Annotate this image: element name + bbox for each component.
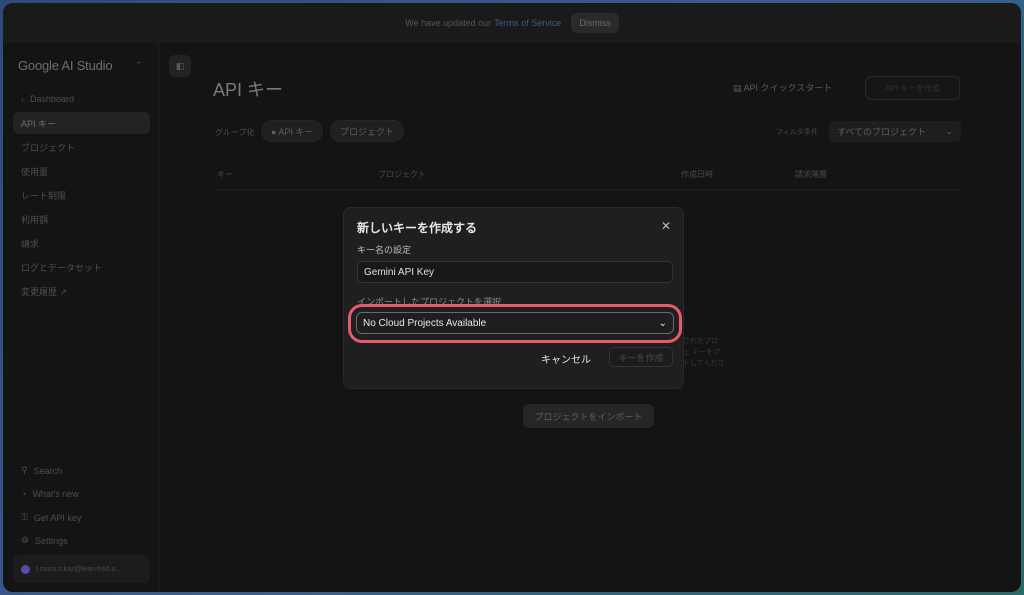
- group-by-label: グループ化: [215, 128, 255, 137]
- column-header-key[interactable]: キー: [217, 169, 233, 180]
- chevron-left-icon[interactable]: ⌃: [135, 60, 143, 71]
- sidebar-settings[interactable]: ⚙ Settings: [21, 535, 68, 546]
- key-name-input[interactable]: Gemini API Key: [357, 261, 673, 283]
- sidebar-get-api-key[interactable]: ⚿ Get API key: [21, 512, 81, 523]
- sidebar-toggle-button[interactable]: ◧: [169, 55, 191, 77]
- dialog-title: 新しいキーを作成する: [357, 221, 478, 235]
- dismiss-button[interactable]: Dismiss: [571, 13, 619, 33]
- sidebar-item-dashboard[interactable]: ‹ Dashboard: [13, 88, 150, 110]
- sidebar-whats-new[interactable]: ◔ What's new: [21, 489, 79, 499]
- empty-state-text: トしてくださ: [683, 360, 725, 367]
- column-header-project[interactable]: プロジェクト: [378, 169, 426, 180]
- sidebar-item-billing[interactable]: 請求: [13, 232, 150, 254]
- search-icon: ⚲: [21, 465, 28, 475]
- sidebar-search[interactable]: ⚲ Search: [21, 465, 62, 476]
- empty-state-text: されたプロ: [683, 338, 718, 345]
- sidebar-item-spend[interactable]: 利用額: [13, 208, 150, 230]
- sidebar-item-changelog[interactable]: 変更履歴 ↗: [13, 280, 150, 302]
- page-title: API キー: [213, 80, 284, 100]
- create-api-key-button[interactable]: API キーを作成: [865, 76, 960, 100]
- highlight-annotation: [348, 304, 682, 343]
- key-name-label: キー名の設定: [357, 245, 412, 255]
- app-window: We have updated our Terms of Service Dis…: [3, 3, 1021, 592]
- column-header-created[interactable]: 作成日時: [681, 169, 713, 180]
- empty-state-text: ェ キーをプ: [683, 349, 720, 356]
- gear-icon: ⚙: [21, 535, 30, 545]
- terms-of-service-link[interactable]: Terms of Service: [494, 18, 561, 28]
- filter-label: フィルタ条件: [776, 129, 818, 136]
- create-key-dialog: 新しいキーを作成する ✕ キー名の設定 Gemini API Key インポート…: [343, 207, 684, 389]
- bell-icon: ◔: [21, 489, 27, 499]
- table-divider: [213, 189, 963, 190]
- cancel-button[interactable]: キャンセル: [541, 351, 591, 366]
- sidebar: Google AI Studio ⌃ ‹ Dashboard API キー プロ…: [3, 43, 159, 592]
- column-header-billing-tier[interactable]: 請求階層: [795, 169, 827, 180]
- avatar: [21, 564, 30, 574]
- chevron-down-icon: ⌄: [945, 126, 953, 136]
- sidebar-item-api-keys[interactable]: API キー: [13, 112, 150, 134]
- brand-logo[interactable]: Google AI Studio: [18, 58, 113, 73]
- sidebar-item-usage[interactable]: 使用量: [13, 160, 150, 182]
- sidebar-item-rate-limits[interactable]: レート制限: [13, 184, 150, 206]
- chevron-left-icon: ‹: [21, 94, 24, 104]
- banner-text: We have updated our: [405, 18, 492, 28]
- account-switcher[interactable]: t.mura.n.kaz@lean-fred.a...: [13, 555, 150, 583]
- tos-banner: We have updated our Terms of Service Dis…: [3, 3, 1021, 43]
- key-icon: ⚿: [21, 512, 28, 522]
- panel-icon: ◧: [175, 60, 185, 71]
- quickstart-link[interactable]: ▤ API クイックスタート: [733, 81, 832, 94]
- group-chip-api-key[interactable]: ● API キー: [261, 120, 324, 142]
- create-key-button[interactable]: キーを作成: [609, 347, 673, 367]
- project-filter-select[interactable]: すべてのプロジェクト ⌄: [829, 121, 961, 142]
- import-project-button[interactable]: プロジェクトをインポート: [523, 404, 654, 428]
- document-icon: ▤: [733, 83, 744, 93]
- group-chip-project[interactable]: プロジェクト: [330, 120, 405, 142]
- sidebar-item-projects[interactable]: プロジェクト: [13, 136, 150, 158]
- sidebar-item-logs[interactable]: ログとデータセット: [13, 256, 150, 278]
- close-icon[interactable]: ✕: [661, 219, 671, 233]
